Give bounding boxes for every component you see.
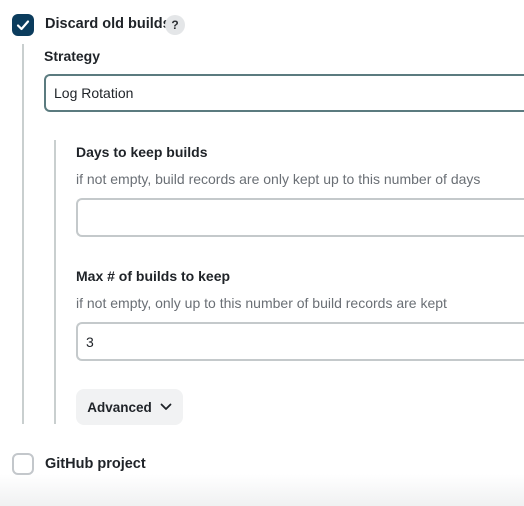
discard-old-builds-checkbox[interactable] xyxy=(12,14,34,36)
advanced-button-label: Advanced xyxy=(87,399,152,415)
checkmark-icon xyxy=(16,20,30,31)
chevron-down-icon xyxy=(160,403,172,410)
strategy-select[interactable]: Log Rotation xyxy=(44,74,524,112)
strategy-select-value: Log Rotation xyxy=(54,85,134,101)
github-project-checkbox[interactable] xyxy=(12,453,34,475)
days-to-keep-input[interactable] xyxy=(76,198,524,237)
days-to-keep-description: if not empty, build records are only kep… xyxy=(76,171,481,187)
section-guide-line xyxy=(22,44,24,424)
github-project-label[interactable]: GitHub project xyxy=(45,456,146,472)
strategy-label: Strategy xyxy=(44,48,101,64)
help-icon[interactable]: ? xyxy=(165,15,185,35)
bottom-fade xyxy=(0,474,524,506)
max-builds-label: Max # of builds to keep xyxy=(76,268,231,284)
discard-old-builds-label[interactable]: Discard old builds xyxy=(45,16,171,32)
max-builds-value: 3 xyxy=(86,333,94,350)
max-builds-description: if not empty, only up to this number of … xyxy=(76,295,447,311)
max-builds-input[interactable]: 3 xyxy=(76,322,524,361)
advanced-button[interactable]: Advanced xyxy=(76,389,183,425)
days-to-keep-label: Days to keep builds xyxy=(76,144,208,160)
strategy-options-guide-line xyxy=(54,140,56,424)
